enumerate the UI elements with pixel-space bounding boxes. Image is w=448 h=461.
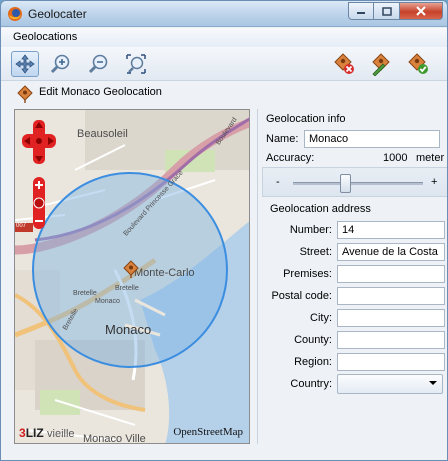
geolocation-address-title: Geolocation address xyxy=(270,203,371,215)
zoom-in-button[interactable] xyxy=(47,51,75,77)
window-title: Geolocater xyxy=(28,7,87,21)
postal-code-field[interactable] xyxy=(337,287,445,305)
map-label-vieille: vieille xyxy=(47,428,75,440)
street-field[interactable]: Avenue de la Costa xyxy=(337,243,445,261)
accuracy-slider-thumb[interactable] xyxy=(340,174,351,193)
country-select[interactable] xyxy=(337,374,443,394)
region-label: Region: xyxy=(294,356,332,368)
status-strip xyxy=(1,449,447,460)
edit-title: Edit Monaco Geolocation xyxy=(39,86,162,98)
geolocation-panel: Geolocation info Name: Monaco Accuracy: … xyxy=(257,109,447,444)
zoom-extent-button[interactable] xyxy=(122,51,150,77)
zoom-control-icon[interactable] xyxy=(29,177,49,229)
map-label-monaco-small: Monaco xyxy=(95,298,120,305)
pan-tool-icon xyxy=(15,54,35,74)
accuracy-value: 1000 xyxy=(383,152,408,164)
close-button[interactable] xyxy=(400,2,443,20)
firefox-icon xyxy=(8,7,22,21)
minimize-icon xyxy=(357,12,365,14)
map-label-monaco-ville: Monaco Ville xyxy=(83,433,146,444)
zoom-out-button[interactable] xyxy=(85,51,113,77)
street-label: Street: xyxy=(299,246,332,258)
name-field[interactable]: Monaco xyxy=(304,130,440,148)
accuracy-label: Accuracy: xyxy=(266,152,315,164)
delete-geolocation-icon xyxy=(334,53,354,74)
pan-tool-button[interactable] xyxy=(11,51,39,77)
menu-bar: Geolocations xyxy=(1,28,447,47)
city-field[interactable] xyxy=(337,309,445,327)
slider-minus-label: - xyxy=(276,176,280,188)
map-view[interactable]: 007 Beausoleil Boulevard Boulevard Princ… xyxy=(14,109,250,444)
window-controls xyxy=(348,2,443,21)
delete-geolocation-button[interactable] xyxy=(331,51,359,77)
close-icon xyxy=(416,6,426,16)
geolocater-window: Geolocater Geolocations Edit Monaco Geol… xyxy=(0,0,448,461)
map-label-monte-carlo: Monte-Carlo xyxy=(134,267,195,279)
city-label: City: xyxy=(310,312,332,324)
edit-geolocation-icon xyxy=(372,53,390,76)
name-label: Name: xyxy=(266,133,299,145)
maximize-button[interactable] xyxy=(374,2,400,20)
toolbar xyxy=(1,47,447,81)
accuracy-slider-track[interactable] xyxy=(293,182,423,185)
postal-code-label: Postal code: xyxy=(271,290,332,302)
map-label-beausoleil: Beausoleil xyxy=(77,128,128,140)
minimize-button[interactable] xyxy=(348,2,374,20)
osm-attribution: OpenStreetMap xyxy=(173,426,243,438)
validate-geolocation-icon xyxy=(408,53,428,74)
validate-geolocation-button[interactable] xyxy=(405,51,433,77)
zoom-out-icon xyxy=(88,54,108,74)
logo-text: LIZ xyxy=(25,426,44,440)
pan-control-icon[interactable] xyxy=(21,116,57,168)
county-label: County: xyxy=(294,334,332,346)
zoom-extent-icon xyxy=(126,54,146,74)
edit-geolocation-button[interactable] xyxy=(367,51,395,77)
geolocation-info-title: Geolocation info xyxy=(266,113,346,125)
menu-geolocations[interactable]: Geolocations xyxy=(13,31,77,43)
edit-header: Edit Monaco Geolocation xyxy=(1,82,447,104)
premises-field[interactable] xyxy=(337,265,445,283)
number-field[interactable]: 14 xyxy=(337,221,445,239)
logo-number: 3 xyxy=(19,426,26,440)
map-label-bretelle-2: Bretelle xyxy=(73,290,97,297)
number-label: Number: xyxy=(289,224,332,236)
accuracy-unit: meter xyxy=(416,152,445,164)
title-bar: Geolocater xyxy=(1,1,447,27)
slider-plus-label: + xyxy=(431,176,438,188)
zoom-in-icon xyxy=(50,54,70,74)
liz-logo: 3LIZ vieille xyxy=(19,426,75,440)
county-field[interactable] xyxy=(337,331,445,349)
map-label-monaco: Monaco xyxy=(105,322,152,337)
maximize-icon xyxy=(381,6,392,16)
map-label-bretelle-1: Bretelle xyxy=(115,285,139,292)
region-field[interactable] xyxy=(337,353,445,371)
geolocation-pin-icon xyxy=(17,85,33,103)
premises-label: Premises: xyxy=(283,268,332,280)
country-label: Country: xyxy=(290,378,332,390)
accuracy-slider-box: - + xyxy=(262,167,447,197)
map-navigation-control xyxy=(21,116,57,229)
geolocation-marker-icon[interactable] xyxy=(123,260,139,278)
chevron-down-icon xyxy=(429,381,437,385)
